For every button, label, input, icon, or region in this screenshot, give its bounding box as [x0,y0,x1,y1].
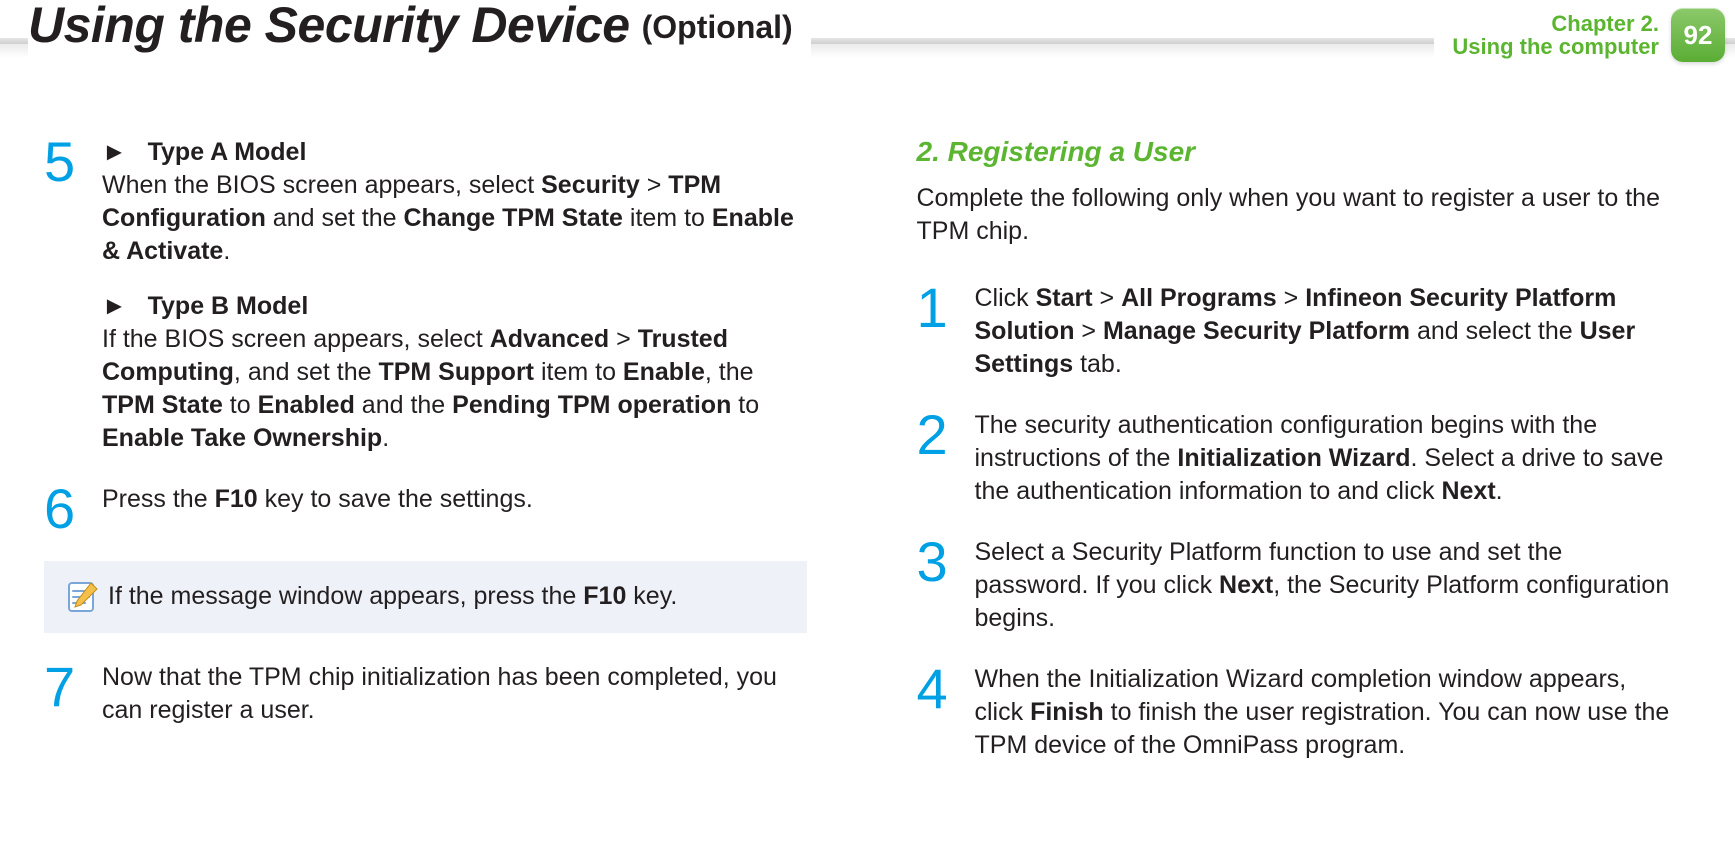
section-heading: 2. Registering a User [917,136,1680,168]
page-number-badge: 92 [1671,8,1725,62]
marker-triangle: ► [102,138,127,166]
step-4-text: When the Initialization Wizard completio… [975,663,1680,762]
step-body: Now that the TPM chip initialization has… [102,661,807,727]
type-b-heading: ► Type B Model [102,290,807,323]
step-body: When the Initialization Wizard completio… [975,663,1680,762]
content-area: 5 ► Type A Model When the BIOS screen ap… [0,78,1735,790]
page-number: 92 [1684,20,1713,51]
chapter-block: Chapter 2. Using the computer [1452,12,1659,58]
step-body: ► Type A Model When the BIOS screen appe… [102,136,807,455]
note-icon [58,577,108,617]
header-right: Chapter 2. Using the computer 92 [1434,8,1725,62]
step-6-text: Press the F10 key to save the settings. [102,483,807,516]
note-text: If the message window appears, press the… [108,580,677,613]
step-1-text: Click Start > All Programs > Infineon Se… [975,282,1680,381]
step-4: 4 When the Initialization Wizard complet… [917,663,1680,762]
step-number: 4 [917,663,975,762]
memo-icon [63,577,103,617]
step-7-text: Now that the TPM chip initialization has… [102,661,807,727]
note-box: If the message window appears, press the… [44,561,807,633]
step-6: 6 Press the F10 key to save the settings… [44,483,807,533]
step-number: 2 [917,409,975,508]
page-subtitle: (Optional) [642,9,793,46]
step-number: 3 [917,536,975,635]
manual-page: Using the Security Device (Optional) Cha… [0,0,1735,861]
step-number: 1 [917,282,975,381]
step-number: 7 [44,661,102,727]
right-column: 2. Registering a User Complete the follo… [917,136,1680,790]
page-title: Using the Security Device [28,0,630,50]
step-2: 2 The security authentication configurat… [917,409,1680,508]
step-body: Press the F10 key to save the settings. [102,483,807,533]
left-column: 5 ► Type A Model When the BIOS screen ap… [44,136,807,790]
header-title-wrap: Using the Security Device (Optional) [28,0,811,70]
type-a-heading: ► Type A Model [102,136,807,169]
step-7: 7 Now that the TPM chip initialization h… [44,661,807,727]
step-number: 6 [44,483,102,533]
type-b-title: Type B Model [148,292,309,320]
type-a-title: Type A Model [148,138,307,166]
type-a-text: When the BIOS screen appears, select Sec… [102,169,807,268]
step-body: The security authentication configuratio… [975,409,1680,508]
step-3: 3 Select a Security Platform function to… [917,536,1680,635]
step-5: 5 ► Type A Model When the BIOS screen ap… [44,136,807,455]
marker-triangle: ► [102,292,127,320]
step-2-text: The security authentication configuratio… [975,409,1680,508]
section-intro: Complete the following only when you wan… [917,182,1680,248]
step-body: Click Start > All Programs > Infineon Se… [975,282,1680,381]
step-body: Select a Security Platform function to u… [975,536,1680,635]
step-1: 1 Click Start > All Programs > Infineon … [917,282,1680,381]
step-number: 5 [44,136,102,455]
type-b-text: If the BIOS screen appears, select Advan… [102,323,807,455]
step-3-text: Select a Security Platform function to u… [975,536,1680,635]
chapter-number: Chapter 2. [1452,12,1659,35]
chapter-title: Using the computer [1452,35,1659,58]
page-header: Using the Security Device (Optional) Cha… [0,0,1735,78]
